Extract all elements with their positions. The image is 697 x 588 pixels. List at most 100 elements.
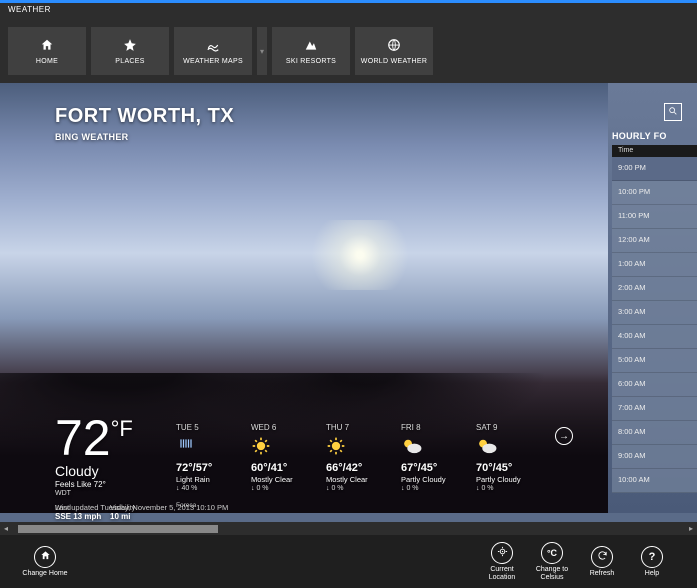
sun-icon [326,436,381,462]
hourly-row[interactable]: 5:00 AM [612,349,697,373]
nav-maps-label: WEATHER MAPS [183,58,243,65]
forecast-condition: Light Rain [176,475,231,484]
location-name: FORT WORTH, TX [55,105,234,128]
nav-home-label: HOME [36,58,58,65]
daily-forecast: TUE 5 72°/57° Light Rain ↓ 40 % Foreca 7… [176,423,531,522]
horizontal-scrollbar[interactable]: ◂ ▸ [0,522,697,535]
location-block: FORT WORTH, TX BING WEATHER [55,105,234,142]
ski-icon [304,38,318,55]
hourly-row[interactable]: 11:00 PM [612,205,697,229]
partly-cloudy-icon [401,436,456,462]
sun-icon [251,436,306,462]
current-location-label: Current Location [489,566,515,581]
hourly-title: HOURLY FO [612,131,667,141]
hourly-time-header: Time [612,145,697,157]
hourly-row[interactable]: 2:00 AM [612,277,697,301]
refresh-icon [597,550,608,564]
hourly-row[interactable]: 7:00 AM [612,397,697,421]
wind-value: SSE 13 mph [55,512,110,521]
app-title: WEATHER [0,3,697,17]
refresh-button[interactable]: Refresh [577,546,627,578]
forecast-condition: Partly Cloudy [401,475,456,484]
forecast-day-name: THU 7 [326,423,381,432]
forecast-day[interactable]: WED 6 60°/41° Mostly Clear ↓ 0 % 60° / 4… [251,423,306,522]
forecast-condition: Mostly Clear [251,475,306,484]
forecast-precip: ↓ 0 % [401,485,456,492]
forecast-day-name: WED 6 [251,423,306,432]
refresh-label: Refresh [590,570,615,578]
hourly-row[interactable]: 9:00 AM [612,445,697,469]
change-celsius-label: Change to Celsius [536,566,568,581]
last-updated: Last updated Tuesday, November 5, 2013 1… [55,503,228,512]
location-provider: BING WEATHER [55,132,234,142]
hourly-panel: HOURLY FO Time 9:00 PM10:00 PM11:00 PM12… [608,83,697,513]
scroll-thumb[interactable] [18,525,218,533]
nav-world-weather[interactable]: WORLD WEATHER [355,27,433,75]
partly-cloudy-icon [476,436,531,462]
home-icon [40,38,54,55]
search-icon [668,106,678,119]
current-location-button[interactable]: Current Location [477,542,527,581]
scroll-left-arrow[interactable]: ◂ [0,524,12,533]
forecast-day-name: SAT 9 [476,423,531,432]
forecast-precip: ↓ 40 % [176,485,231,492]
current-temp: 72 [55,413,111,463]
scroll-right-arrow[interactable]: ▸ [685,524,697,533]
rain-icon [176,436,231,462]
hourly-row[interactable]: 9:00 PM [612,157,697,181]
nav-maps-dropdown[interactable]: ▾ [257,27,267,75]
help-icon: ? [649,551,656,563]
hourly-row[interactable]: 6:00 AM [612,373,697,397]
home-icon [40,550,51,564]
hourly-row[interactable]: 4:00 AM [612,325,697,349]
forecast-day-name: TUE 5 [176,423,231,432]
nav-ski-resorts[interactable]: SKI RESORTS [272,27,350,75]
forecast-precip: ↓ 0 % [326,485,381,492]
change-to-celsius-button[interactable]: °C Change to Celsius [527,542,577,581]
forecast-hilo: 66°/42° [326,462,381,474]
nav-places-label: PLACES [115,58,144,65]
nav-world-label: WORLD WEATHER [361,58,427,65]
nav-places[interactable]: PLACES [91,27,169,75]
search-button[interactable] [664,103,682,121]
hourly-row[interactable]: 3:00 AM [612,301,697,325]
forecast-condition: Mostly Clear [326,475,381,484]
nav-home[interactable]: HOME [8,27,86,75]
current-timezone: WDT [55,490,165,497]
forecast-hilo: 60°/41° [251,462,306,474]
forecast-next-button[interactable]: → [555,427,573,445]
help-label: Help [645,570,659,578]
current-temp-unit: °F [111,416,133,442]
nav-weather-maps[interactable]: WEATHER MAPS [174,27,252,75]
forecast-hilo: 72°/57° [176,462,231,474]
change-home-button[interactable]: Change Home [20,546,70,578]
map-icon [205,38,221,55]
forecast-day-name: FRI 8 [401,423,456,432]
hourly-row[interactable]: 1:00 AM [612,253,697,277]
forecast-hilo: 67°/45° [401,462,456,474]
globe-icon [387,38,401,55]
change-home-label: Change Home [22,570,67,578]
forecast-day[interactable]: FRI 8 67°/45° Partly Cloudy ↓ 0 % 65° / … [401,423,456,522]
hourly-row[interactable]: 12:00 AM [612,229,697,253]
visibility-value: 10 mi [110,512,165,521]
current-feels-like: Feels Like 72° [55,480,165,489]
forecast-hilo: 70°/45° [476,462,531,474]
target-icon [497,546,508,560]
forecast-day[interactable]: SAT 9 70°/45° Partly Cloudy ↓ 0 % 73° / … [476,423,531,522]
star-icon [123,38,137,55]
forecast-condition: Partly Cloudy [476,475,531,484]
hourly-row[interactable]: 8:00 AM [612,421,697,445]
forecast-precip: ↓ 0 % [476,485,531,492]
forecast-day[interactable]: THU 7 66°/42° Mostly Clear ↓ 0 % 64° / 4… [326,423,381,522]
nav-bar: HOME PLACES WEATHER MAPS ▾ SKI RESORTS W… [0,17,697,83]
nav-ski-label: SKI RESORTS [286,58,336,65]
main-stage: FORT WORTH, TX BING WEATHER 72 °F Cloudy… [0,83,697,522]
hourly-table: Time 9:00 PM10:00 PM11:00 PM12:00 AM1:00… [612,145,697,493]
celsius-icon: °C [547,548,557,558]
forecast-precip: ↓ 0 % [251,485,306,492]
help-button[interactable]: ? Help [627,546,677,578]
app-bar: Change Home Current Location °C Change t… [0,535,697,588]
hourly-row[interactable]: 10:00 PM [612,181,697,205]
hourly-row[interactable]: 10:00 AM [612,469,697,493]
